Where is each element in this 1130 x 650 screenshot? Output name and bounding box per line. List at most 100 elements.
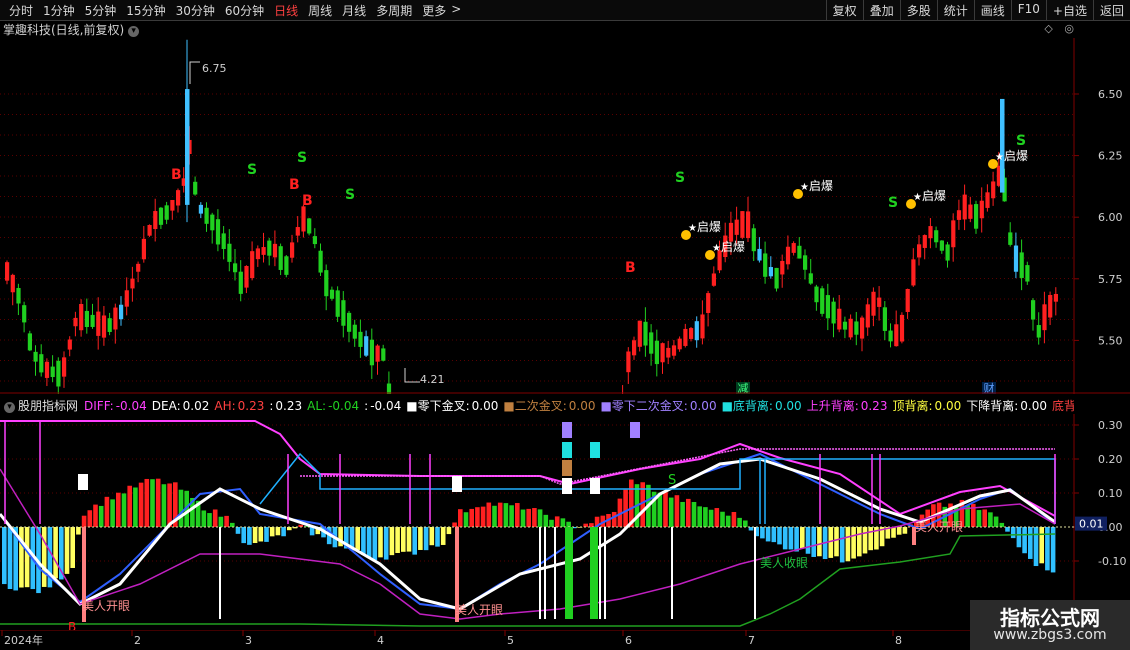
- candlestick: [882, 301, 887, 341]
- histogram-bar: [207, 513, 212, 527]
- histogram-bar: [224, 515, 229, 527]
- candle-body: [649, 332, 654, 354]
- candlestick: [79, 299, 84, 337]
- histogram-bar: [1033, 527, 1039, 567]
- candle-body: [848, 318, 853, 338]
- candlestick: [1019, 239, 1024, 291]
- candle-body: [272, 243, 278, 258]
- candle-body: [261, 247, 266, 255]
- toolbar-button-6[interactable]: +自选: [1045, 0, 1093, 20]
- candlestick: [791, 241, 796, 256]
- histogram-bar: [503, 503, 509, 527]
- time-label-0: 2024年: [4, 633, 43, 647]
- histogram-bar: [98, 505, 104, 527]
- candlestick: [50, 355, 55, 383]
- candle-body: [1031, 300, 1036, 320]
- period-tab-2[interactable]: 5分钟: [80, 2, 122, 19]
- price-axis-tick-4: 5.50: [1098, 334, 1123, 347]
- histogram-bar: [201, 510, 207, 527]
- histogram-bar: [526, 508, 531, 527]
- indicator-axis-tick-1: 0.20: [1098, 453, 1123, 466]
- period-tab-3[interactable]: 15分钟: [121, 2, 170, 19]
- indicator-settings-icon[interactable]: ▾: [4, 402, 15, 413]
- candle-body: [746, 211, 751, 239]
- histogram-bar: [805, 527, 811, 554]
- histogram-bar: [697, 506, 702, 527]
- chevron-down-icon[interactable]: ▾: [128, 26, 140, 37]
- signal-square-icon: [590, 442, 600, 458]
- indicator-item-label-6: ■零下金叉:: [406, 399, 470, 413]
- histogram-bar: [691, 501, 697, 527]
- candle-body: [79, 303, 84, 331]
- indicator-item-label-12: 下降背离:: [966, 399, 1019, 413]
- settings-circle-icon[interactable]: ◎: [1064, 22, 1074, 35]
- toolbar-button-4[interactable]: 画线: [973, 0, 1011, 20]
- toolbar-button-5[interactable]: F10: [1010, 0, 1046, 20]
- candlestick: [96, 297, 101, 350]
- burst-label-0: 启爆: [697, 220, 721, 234]
- burst-label-3: 启爆: [922, 189, 946, 203]
- candle-body: [888, 330, 893, 342]
- candle-body: [101, 315, 107, 338]
- period-tab-6[interactable]: 日线: [269, 2, 303, 19]
- candlestick: [689, 327, 694, 342]
- candle-body: [364, 336, 369, 356]
- histogram-bar: [589, 523, 594, 527]
- period-tab-9[interactable]: 多周期: [371, 2, 417, 19]
- candle-body: [974, 204, 979, 229]
- candlestick: [210, 212, 215, 244]
- diamond-icon[interactable]: ◇: [1044, 22, 1052, 35]
- candlestick: [250, 241, 255, 281]
- period-tab-5[interactable]: 60分钟: [220, 2, 269, 19]
- candlestick: [774, 267, 779, 292]
- histogram-bar: [999, 522, 1005, 527]
- period-tab-0[interactable]: 分时: [4, 2, 38, 19]
- candlestick: [740, 211, 745, 240]
- candlestick: [974, 200, 979, 234]
- candlestick: [278, 243, 283, 276]
- toolbar-button-7[interactable]: 返回: [1092, 0, 1130, 20]
- candle-body: [711, 273, 716, 286]
- candle-body: [728, 222, 734, 242]
- signal-square-icon: [452, 476, 462, 492]
- toolbar-button-2[interactable]: 多股: [899, 0, 937, 20]
- candlestick: [626, 347, 631, 384]
- indicator-chart[interactable]: 0.300.200.100.00-0.100.01美人开眼 美人开眼美人开眼美人收…: [0, 414, 1130, 630]
- period-tab-7[interactable]: 周线: [303, 2, 337, 19]
- candle-body: [945, 244, 950, 261]
- sell-signal-4: S: [247, 162, 257, 178]
- histogram-bar: [389, 527, 395, 556]
- period-tab-8[interactable]: 月线: [337, 2, 371, 19]
- candlestick: [917, 235, 922, 266]
- toolbar-button-1[interactable]: 叠加: [862, 0, 900, 20]
- candle-body: [1019, 252, 1024, 278]
- candlestick: [62, 351, 67, 388]
- histogram-bar: [725, 515, 731, 527]
- histogram-bar: [862, 527, 868, 554]
- period-tab-1[interactable]: 1分钟: [38, 2, 80, 19]
- histogram-bar: [896, 527, 902, 535]
- histogram-bar: [24, 527, 30, 588]
- histogram-bar: [469, 508, 474, 527]
- indicator-buy-signal: B: [68, 620, 76, 630]
- candlestick: [1053, 287, 1058, 316]
- green-marker-bar: [590, 527, 598, 619]
- candlestick: [16, 283, 21, 316]
- candlestick: [33, 345, 38, 376]
- candlestick: [934, 226, 939, 248]
- toolbar-button-3[interactable]: 统计: [936, 0, 974, 20]
- toolbar-button-0[interactable]: 复权: [825, 0, 863, 20]
- price-axis-tick-3: 5.75: [1098, 273, 1123, 286]
- indicator-item-value-0: -0.04: [115, 399, 147, 413]
- candlestick: [894, 310, 899, 347]
- more-chevron-icon[interactable]: >: [451, 2, 466, 19]
- histogram-bar: [515, 503, 520, 527]
- candlestick: [1013, 232, 1019, 279]
- period-tab-10[interactable]: 更多: [417, 2, 451, 19]
- candle-body: [757, 248, 762, 261]
- price-chart[interactable]: 6.506.256.005.755.505.255.004.754.506.75…: [0, 38, 1130, 394]
- candle-body: [227, 243, 232, 262]
- candlestick: [842, 316, 848, 339]
- histogram-bar: [1028, 527, 1033, 559]
- period-tab-4[interactable]: 30分钟: [171, 2, 220, 19]
